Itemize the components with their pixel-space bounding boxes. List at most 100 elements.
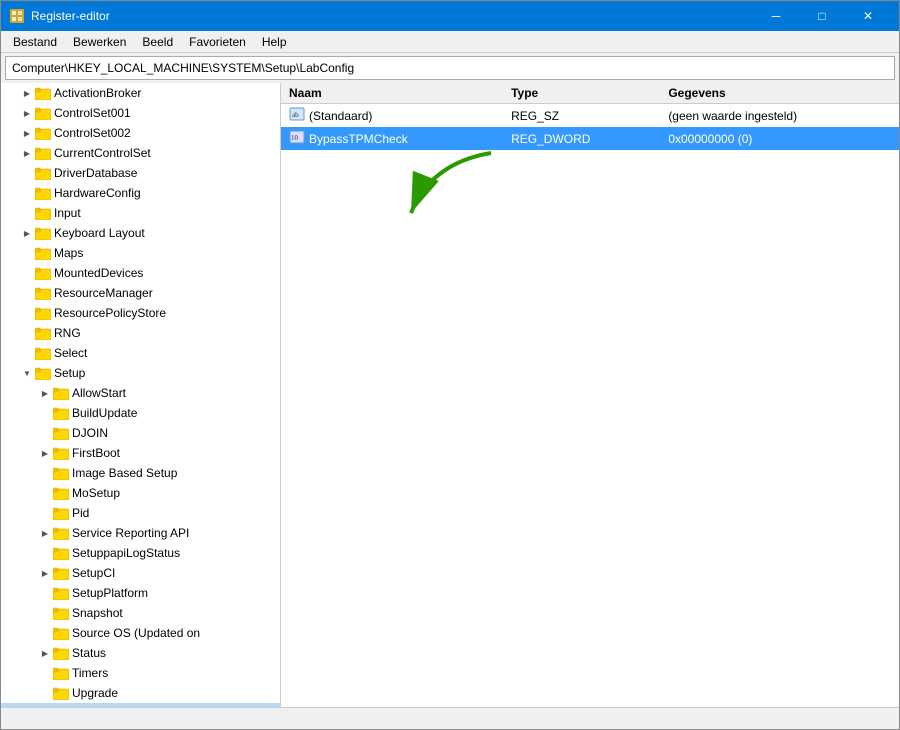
tree-item-image-based-setup[interactable]: Image Based Setup <box>1 463 280 483</box>
tree-item-controlset002[interactable]: ▶ ControlSet002 <box>1 123 280 143</box>
expand-btn-mosetup[interactable] <box>37 485 53 501</box>
svg-text:ab: ab <box>292 111 299 119</box>
expand-btn-setupci[interactable]: ▶ <box>37 565 53 581</box>
tree-item-djoin[interactable]: DJOIN <box>1 423 280 443</box>
menu-favorieten[interactable]: Favorieten <box>181 33 254 51</box>
tree-item-setupapilogstatus[interactable]: SetuppapiLogStatus <box>1 543 280 563</box>
menu-help[interactable]: Help <box>254 33 295 51</box>
dword-icon: 10 <box>289 129 305 148</box>
expand-btn-hardwareconfig[interactable] <box>19 185 35 201</box>
expand-btn-resourcemanager[interactable] <box>19 285 35 301</box>
expand-btn-timers[interactable] <box>37 665 53 681</box>
address-bar[interactable]: Computer\HKEY_LOCAL_MACHINE\SYSTEM\Setup… <box>5 56 895 80</box>
expand-btn-buildupdate[interactable] <box>37 405 53 421</box>
col-gegevens: Gegevens <box>660 83 899 104</box>
folder-icon-buildupdate <box>53 406 69 420</box>
expand-btn-snapshot[interactable] <box>37 605 53 621</box>
folder-icon-upgrade <box>53 686 69 700</box>
expand-btn-firstboot[interactable]: ▶ <box>37 445 53 461</box>
folder-icon-mounteddevices <box>35 266 51 280</box>
tree-item-resourcepolicystore[interactable]: ResourcePolicyStore <box>1 303 280 323</box>
table-row-standaard[interactable]: ab (Standaard)REG_SZ(geen waarde ingeste… <box>281 104 899 128</box>
expand-btn-djoin[interactable] <box>37 425 53 441</box>
expand-btn-activation-broker[interactable]: ▶ <box>19 85 35 101</box>
expand-btn-source-os[interactable] <box>37 625 53 641</box>
tree-item-setup[interactable]: ▼ Setup <box>1 363 280 383</box>
folder-icon-driverdatabase <box>35 166 51 180</box>
tree-item-pid[interactable]: Pid <box>1 503 280 523</box>
tree-item-buildupdate[interactable]: BuildUpdate <box>1 403 280 423</box>
tree-item-select[interactable]: Select <box>1 343 280 363</box>
tree-label-keyboard-layout: Keyboard Layout <box>54 226 145 240</box>
tree-label-resourcemanager: ResourceManager <box>54 286 153 300</box>
tree-item-timers[interactable]: Timers <box>1 663 280 683</box>
tree-item-maps[interactable]: Maps <box>1 243 280 263</box>
expand-btn-image-based-setup[interactable] <box>37 465 53 481</box>
tree-item-service-reporting[interactable]: ▶ Service Reporting API <box>1 523 280 543</box>
menu-bewerken[interactable]: Bewerken <box>65 33 134 51</box>
minimize-button[interactable]: ─ <box>753 1 799 31</box>
menu-bestand[interactable]: Bestand <box>5 33 65 51</box>
status-bar <box>1 707 899 729</box>
expand-btn-pid[interactable] <box>37 505 53 521</box>
tree-item-firstboot[interactable]: ▶ FirstBoot <box>1 443 280 463</box>
tree-label-hardwareconfig: HardwareConfig <box>54 186 141 200</box>
reg-type-bypass-tpm-check: REG_DWORD <box>503 127 660 150</box>
expand-btn-setupplatform[interactable] <box>37 585 53 601</box>
expand-btn-input[interactable] <box>19 205 35 221</box>
tree-item-snapshot[interactable]: Snapshot <box>1 603 280 623</box>
expand-btn-service-reporting[interactable]: ▶ <box>37 525 53 541</box>
tree-item-rng[interactable]: RNG <box>1 323 280 343</box>
tree-label-status: Status <box>72 646 106 660</box>
tree-item-upgrade[interactable]: Upgrade <box>1 683 280 703</box>
folder-icon-firstboot <box>53 446 69 460</box>
tree-item-controlset001[interactable]: ▶ ControlSet001 <box>1 103 280 123</box>
maximize-button[interactable]: □ <box>799 1 845 31</box>
expand-btn-status[interactable]: ▶ <box>37 645 53 661</box>
folder-icon-currentcontrolset <box>35 146 51 160</box>
tree-item-mounteddevices[interactable]: MountedDevices <box>1 263 280 283</box>
tree-item-allowstart[interactable]: ▶ AllowStart <box>1 383 280 403</box>
tree-item-currentcontrolset[interactable]: ▶ CurrentControlSet <box>1 143 280 163</box>
tree-item-setupplatform[interactable]: SetupPlatform <box>1 583 280 603</box>
expand-btn-keyboard-layout[interactable]: ▶ <box>19 225 35 241</box>
tree-item-input[interactable]: Input <box>1 203 280 223</box>
tree-item-driverdatabase[interactable]: DriverDatabase <box>1 163 280 183</box>
folder-icon-hardwareconfig <box>35 186 51 200</box>
tree-item-setupci[interactable]: ▶ SetupCI <box>1 563 280 583</box>
tree-label-setup: Setup <box>54 366 85 380</box>
expand-btn-controlset001[interactable]: ▶ <box>19 105 35 121</box>
tree-item-hardwareconfig[interactable]: HardwareConfig <box>1 183 280 203</box>
svg-text:10: 10 <box>291 134 299 142</box>
folder-icon-maps <box>35 246 51 260</box>
expand-btn-allowstart[interactable]: ▶ <box>37 385 53 401</box>
expand-btn-resourcepolicystore[interactable] <box>19 305 35 321</box>
tree-item-keyboard-layout[interactable]: ▶ Keyboard Layout <box>1 223 280 243</box>
tree-pane[interactable]: ▶ ActivationBroker▶ ControlSet001▶ Contr… <box>1 83 281 707</box>
expand-btn-setupapilogstatus[interactable] <box>37 545 53 561</box>
tree-item-status[interactable]: ▶ Status <box>1 643 280 663</box>
tree-item-activation-broker[interactable]: ▶ ActivationBroker <box>1 83 280 103</box>
menu-beeld[interactable]: Beeld <box>134 33 181 51</box>
folder-icon-mosetup <box>53 486 69 500</box>
tree-item-source-os[interactable]: Source OS (Updated on <box>1 623 280 643</box>
close-button[interactable]: ✕ <box>845 1 891 31</box>
expand-btn-mounteddevices[interactable] <box>19 265 35 281</box>
expand-btn-maps[interactable] <box>19 245 35 261</box>
expand-btn-currentcontrolset[interactable]: ▶ <box>19 145 35 161</box>
main-area: ▶ ActivationBroker▶ ControlSet001▶ Contr… <box>1 83 899 707</box>
folder-icon-controlset001 <box>35 106 51 120</box>
expand-btn-select[interactable] <box>19 345 35 361</box>
expand-btn-rng[interactable] <box>19 325 35 341</box>
tree-item-resourcemanager[interactable]: ResourceManager <box>1 283 280 303</box>
tree-label-setupplatform: SetupPlatform <box>72 586 148 600</box>
tree-item-mosetup[interactable]: MoSetup <box>1 483 280 503</box>
window-controls: ─ □ ✕ <box>753 1 891 31</box>
expand-btn-setup[interactable]: ▼ <box>19 365 35 381</box>
expand-btn-controlset002[interactable]: ▶ <box>19 125 35 141</box>
table-row-bypass-tpm-check[interactable]: 10 BypassTPMCheckREG_DWORD0x00000000 (0) <box>281 127 899 150</box>
folder-icon-djoin <box>53 426 69 440</box>
expand-btn-upgrade[interactable] <box>37 685 53 701</box>
menu-bar: Bestand Bewerken Beeld Favorieten Help <box>1 31 899 53</box>
expand-btn-driverdatabase[interactable] <box>19 165 35 181</box>
